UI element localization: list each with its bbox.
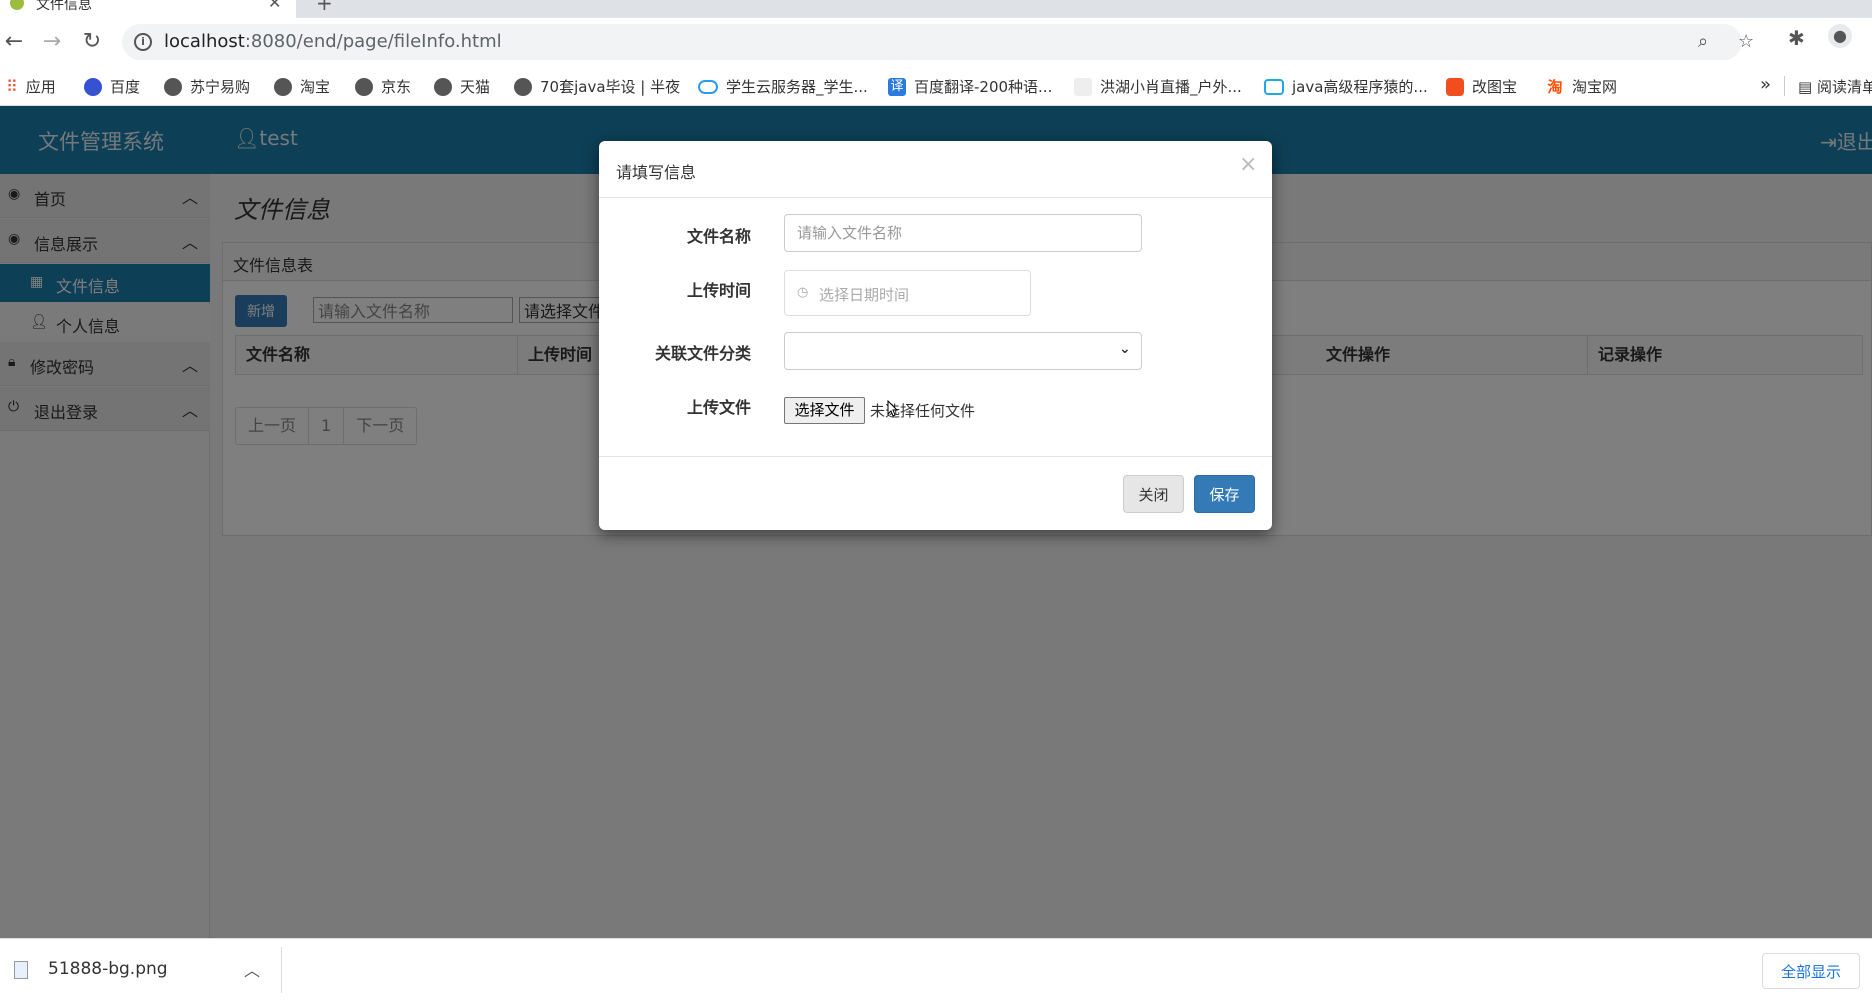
bookmark-suning[interactable]: 苏宁易购 bbox=[164, 76, 250, 97]
live-icon bbox=[1074, 77, 1092, 96]
save-button[interactable]: 保存 bbox=[1194, 475, 1255, 513]
bookmark-baidu[interactable]: 百度 bbox=[84, 76, 140, 97]
choose-file-button[interactable]: 选择文件 bbox=[784, 397, 865, 424]
divider bbox=[1784, 76, 1785, 96]
file-name-input[interactable]: 请输入文件名称 bbox=[784, 214, 1142, 252]
chevron-down-icon: ⌄ bbox=[1119, 341, 1131, 357]
bookmark-live[interactable]: 洪湖小肖直播_户外... bbox=[1074, 76, 1242, 97]
address-bar[interactable]: i localhost:8080/end/page/fileInfo.html … bbox=[122, 24, 1754, 60]
browser-tab[interactable]: 文件信息 ✕ bbox=[0, 0, 296, 18]
site-info-icon[interactable]: i bbox=[134, 33, 152, 51]
bookmark-taobao[interactable]: 淘宝 bbox=[274, 76, 330, 97]
category-label: 关联文件分类 bbox=[654, 344, 751, 363]
back-icon[interactable]: ← bbox=[0, 28, 28, 56]
apps-grid-icon: ⠿ bbox=[6, 77, 18, 96]
globe-icon bbox=[274, 77, 292, 96]
file-status-text: 未选择任何文件 bbox=[870, 402, 976, 420]
tab-title: 文件信息 bbox=[36, 0, 92, 13]
file-icon bbox=[14, 961, 28, 979]
baidu-icon bbox=[84, 77, 102, 96]
extensions-icon[interactable]: ✱ bbox=[1788, 26, 1805, 50]
reading-list-icon: ▤ bbox=[1798, 78, 1817, 96]
info-dialog: 请填写信息 × 文件名称 请输入文件名称 上传时间 ◷ 选择日期时间 关联文件分… bbox=[599, 141, 1272, 530]
dialog-title: 请填写信息 bbox=[616, 163, 697, 182]
download-bar: 51888-bg.png ︿ 全部显示 bbox=[0, 938, 1872, 1000]
close-button[interactable]: 关闭 bbox=[1123, 475, 1184, 513]
zoom-icon[interactable]: ⌕ bbox=[1698, 31, 1708, 52]
cloud-icon bbox=[698, 79, 718, 94]
show-all-button[interactable]: 全部显示 bbox=[1762, 953, 1860, 989]
bookmark-translate[interactable]: 译百度翻译-200种语... bbox=[888, 76, 1052, 97]
download-file-name[interactable]: 51888-bg.png bbox=[48, 959, 168, 979]
globe-icon bbox=[164, 77, 182, 96]
taobao-icon: 淘 bbox=[1547, 77, 1563, 96]
tab-close-icon[interactable]: ✕ bbox=[268, 0, 281, 12]
mouse-cursor-icon bbox=[887, 400, 899, 417]
translate-icon: 译 bbox=[888, 77, 906, 96]
divider bbox=[281, 947, 282, 993]
bookmark-jd[interactable]: 京东 bbox=[355, 76, 411, 97]
globe-icon bbox=[514, 77, 532, 96]
bookmark-taobaowang[interactable]: 淘淘宝网 bbox=[1546, 76, 1617, 97]
upload-file-label: 上传文件 bbox=[686, 398, 751, 417]
forward-icon[interactable]: → bbox=[38, 28, 66, 56]
divider bbox=[599, 456, 1272, 457]
category-dropdown[interactable]: ⌄ bbox=[784, 332, 1142, 370]
globe-icon bbox=[434, 77, 452, 96]
reload-icon[interactable]: ↻ bbox=[78, 28, 106, 56]
upload-time-label: 上传时间 bbox=[686, 281, 751, 300]
bookmark-tmall[interactable]: 天猫 bbox=[434, 76, 490, 97]
profile-icon[interactable]: ● bbox=[1828, 24, 1852, 48]
bookmark-java[interactable]: 70套java毕设 | 半夜 bbox=[514, 76, 680, 97]
dialog-header: 请填写信息 × bbox=[599, 141, 1272, 198]
bookmark-star-icon[interactable]: ☆ bbox=[1738, 31, 1754, 52]
bilibili-icon bbox=[1264, 78, 1284, 95]
bookmark-apps[interactable]: ⠿ 应用 bbox=[6, 76, 56, 97]
globe-icon bbox=[355, 77, 373, 96]
bookmarks-more-icon[interactable]: » bbox=[1760, 74, 1771, 95]
bookmark-gaitubao[interactable]: 改图宝 bbox=[1446, 76, 1517, 97]
reading-list[interactable]: ▤ 阅读清单 bbox=[1798, 76, 1872, 97]
clock-icon: ◷ bbox=[797, 285, 809, 300]
url-text: localhost:8080/end/page/fileInfo.html bbox=[164, 31, 502, 52]
gaitubao-icon bbox=[1446, 77, 1464, 96]
bookmarks-bar: ⠿ 应用 百度 苏宁易购 淘宝 京东 天猫 70套java毕设 | 半夜 学生云服… bbox=[0, 66, 1872, 106]
bookmark-cloud[interactable]: 学生云服务器_学生... bbox=[698, 76, 868, 97]
chevron-up-icon[interactable]: ︿ bbox=[244, 957, 260, 981]
bookmark-bilibili[interactable]: java高级程序猿的... bbox=[1264, 76, 1428, 97]
file-name-label: 文件名称 bbox=[686, 227, 751, 246]
new-tab-icon[interactable]: + bbox=[316, 0, 333, 15]
tab-strip: 文件信息 ✕ + bbox=[0, 0, 1872, 18]
favicon-icon bbox=[10, 0, 24, 10]
upload-time-picker[interactable]: ◷ 选择日期时间 bbox=[784, 270, 1031, 316]
close-icon[interactable]: × bbox=[1239, 154, 1257, 176]
browser-toolbar: ← → ↻ i localhost:8080/end/page/fileInfo… bbox=[0, 18, 1872, 66]
